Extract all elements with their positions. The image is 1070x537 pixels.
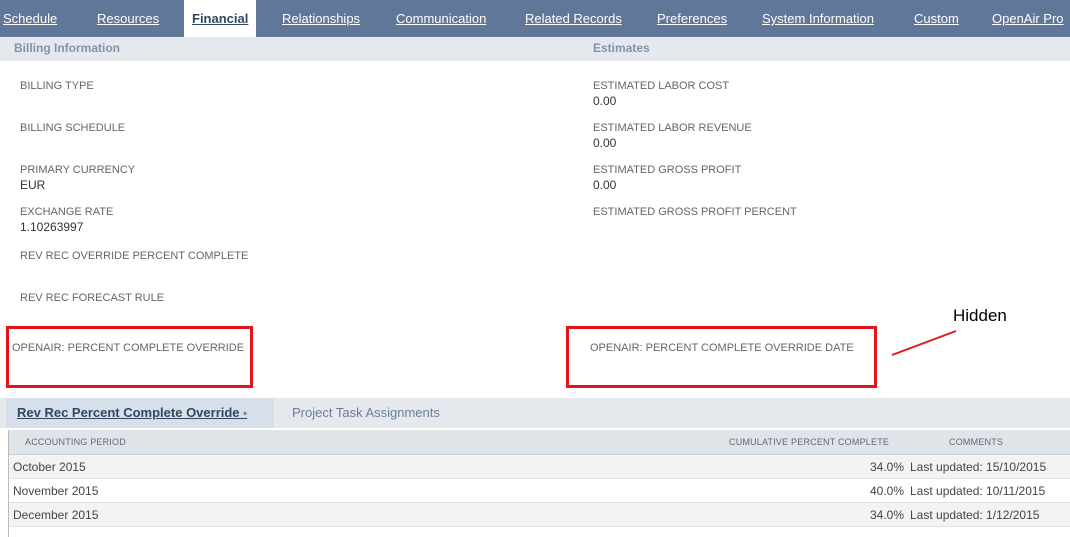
cell-period: November 2015 — [13, 484, 99, 498]
tab-preferences[interactable]: Preferences — [657, 0, 727, 37]
tab-resources[interactable]: Resources — [97, 0, 159, 37]
subtab-rev-rec-label: Rev Rec Percent Complete Override — [17, 405, 240, 420]
estimated-labor-revenue-label: ESTIMATED LABOR REVENUE — [593, 122, 752, 134]
billing-schedule-label: BILLING SCHEDULE — [20, 122, 126, 134]
top-tab-bar: Schedule Resources Financial Relationshi… — [0, 0, 1070, 38]
table-header-row: ACCOUNTING PERIOD CUMULATIVE PERCENT COM… — [9, 430, 1070, 455]
billing-type-label: BILLING TYPE — [20, 80, 94, 92]
primary-currency-label: PRIMARY CURRENCY — [20, 164, 136, 176]
tab-financial-label: Financial — [192, 11, 249, 26]
tab-openair-pro[interactable]: OpenAir Pro — [992, 0, 1064, 37]
cell-percent: 40.0% — [869, 484, 904, 498]
cell-comment: Last updated: 10/11/2015 — [910, 484, 1046, 498]
tab-schedule[interactable]: Schedule — [3, 0, 57, 37]
rev-rec-override-label: REV REC OVERRIDE PERCENT COMPLETE — [20, 250, 249, 262]
override-table: ACCOUNTING PERIOD CUMULATIVE PERCENT COM… — [8, 430, 1070, 537]
highlight-box-override-date — [566, 326, 877, 388]
openair-percent-complete-override-label: OPENAIR: PERCENT COMPLETE OVERRIDE — [12, 342, 245, 354]
billing-information-title: Billing Information — [14, 41, 120, 55]
tab-system-information[interactable]: System Information — [762, 0, 874, 37]
estimated-gross-profit-label: ESTIMATED GROSS PROFIT — [593, 164, 742, 176]
tab-relationships[interactable]: Relationships — [282, 0, 360, 37]
cell-period: October 2015 — [13, 460, 86, 474]
annotation-pointer-line — [891, 330, 957, 356]
primary-currency-value: EUR — [20, 178, 46, 192]
estimates-title: Estimates — [593, 41, 650, 55]
tab-related-records[interactable]: Related Records — [525, 0, 622, 37]
highlight-box-override — [6, 326, 253, 388]
header-accounting-period[interactable]: ACCOUNTING PERIOD — [25, 437, 126, 447]
estimated-labor-cost-label: ESTIMATED LABOR COST — [593, 80, 730, 92]
table-row[interactable]: November 2015 40.0% Last updated: 10/11/… — [9, 479, 1070, 503]
estimated-gross-profit-percent-label: ESTIMATED GROSS PROFIT PERCENT — [593, 206, 797, 218]
estimated-labor-cost-value: 0.00 — [593, 94, 617, 108]
exchange-rate-label: EXCHANGE RATE — [20, 206, 114, 218]
subtab-project-task-assignments[interactable]: Project Task Assignments — [292, 405, 440, 420]
openair-percent-complete-override-date-label: OPENAIR: PERCENT COMPLETE OVERRIDE DATE — [590, 342, 854, 354]
exchange-rate-value: 1.10263997 — [20, 220, 84, 234]
tab-custom[interactable]: Custom — [914, 0, 959, 37]
cell-percent: 34.0% — [869, 460, 904, 474]
cell-comment: Last updated: 15/10/2015 — [910, 460, 1047, 474]
subtab-active-marker: • — [243, 408, 248, 420]
header-cumulative-percent-complete[interactable]: CUMULATIVE PERCENT COMPLETE — [729, 437, 889, 447]
tab-communication[interactable]: Communication — [396, 0, 486, 37]
tab-financial[interactable]: Financial — [184, 0, 257, 38]
rev-rec-forecast-label: REV REC FORECAST RULE — [20, 292, 165, 304]
cell-percent: 34.0% — [869, 508, 904, 522]
section-header-band — [0, 37, 1070, 61]
cell-period: December 2015 — [13, 508, 99, 522]
hidden-annotation: Hidden — [953, 306, 1007, 325]
cell-comment: Last updated: 1/12/2015 — [910, 508, 1040, 522]
table-row[interactable]: October 2015 34.0% Last updated: 15/10/2… — [9, 455, 1070, 479]
subtab-rev-rec-percent-complete-override[interactable]: Rev Rec Percent Complete Override • — [17, 405, 247, 420]
estimated-labor-revenue-value: 0.00 — [593, 136, 617, 150]
table-row[interactable]: December 2015 34.0% Last updated: 1/12/2… — [9, 503, 1070, 527]
header-comments[interactable]: COMMENTS — [949, 437, 1003, 447]
estimated-gross-profit-value: 0.00 — [593, 178, 617, 192]
